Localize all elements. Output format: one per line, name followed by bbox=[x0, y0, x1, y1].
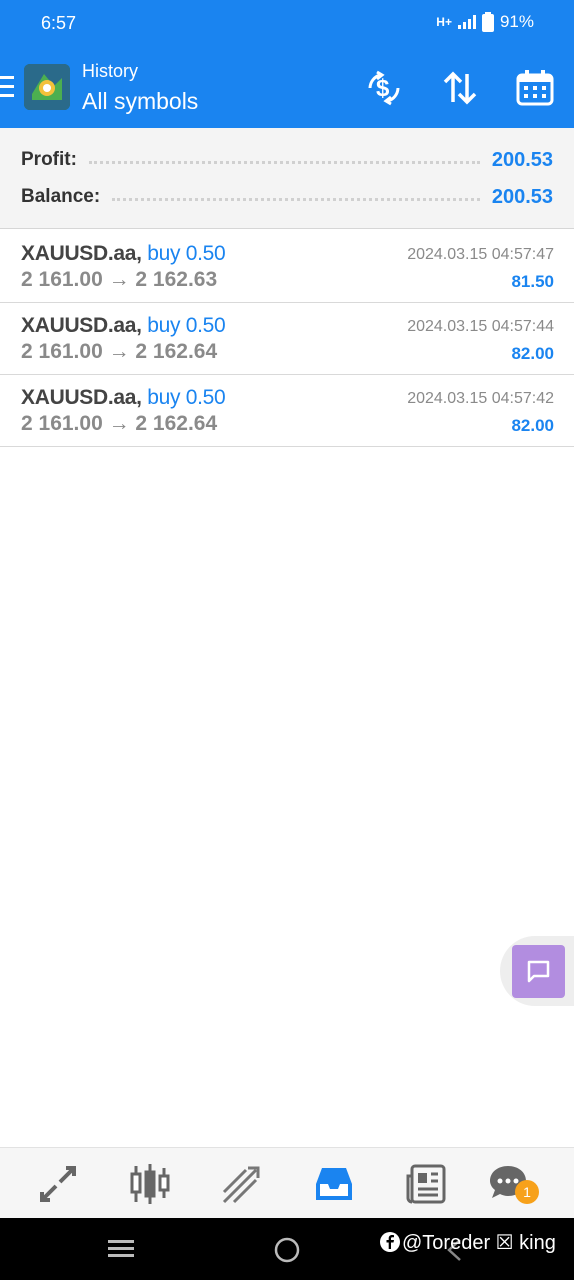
deal-prices: 2 161.00 → 2 162.63 bbox=[21, 268, 218, 291]
app-header: 6:57 H+ 91% History All symbols $ bbox=[0, 0, 574, 128]
battery-level: 91% bbox=[499, 12, 534, 31]
floating-chat-button[interactable] bbox=[512, 945, 565, 998]
currency-exchange-icon[interactable]: $ bbox=[364, 68, 404, 108]
deal-time: 2024.03.15 04:57:42 bbox=[407, 390, 554, 407]
deal-side: buy 0.50 bbox=[147, 386, 226, 409]
deal-side: buy 0.50 bbox=[147, 242, 226, 265]
notification-badge: 1 bbox=[515, 1180, 539, 1204]
deal-profit: 82.00 bbox=[511, 344, 554, 363]
deal-prices: 2 161.00 → 2 162.64 bbox=[21, 412, 218, 435]
facebook-icon bbox=[380, 1232, 400, 1252]
profit-label: Profit: bbox=[21, 149, 77, 170]
menu-icon[interactable] bbox=[0, 76, 14, 100]
network-type: H+ bbox=[436, 15, 452, 29]
message-icon bbox=[527, 960, 550, 983]
deal-profit: 81.50 bbox=[511, 272, 554, 291]
deal-row[interactable]: XAUUSD.aa, buy 0.50 2 161.00 → 2 162.63 … bbox=[0, 231, 574, 303]
news-icon[interactable] bbox=[404, 1162, 448, 1206]
recent-apps-icon[interactable] bbox=[108, 1238, 136, 1265]
watermark-text: @Toreder ☒ king bbox=[402, 1232, 556, 1254]
header-subtitle: History bbox=[82, 61, 139, 81]
home-icon[interactable] bbox=[274, 1237, 300, 1268]
balance-row: Balance: 200.53 bbox=[21, 182, 553, 212]
sort-icon[interactable] bbox=[440, 68, 480, 108]
watermark: @Toreder ☒ king bbox=[380, 1230, 556, 1255]
deal-time: 2024.03.15 04:57:44 bbox=[407, 318, 554, 335]
deal-side: buy 0.50 bbox=[147, 314, 226, 337]
app-logo bbox=[24, 64, 70, 110]
deal-symbol: XAUUSD.aa, bbox=[21, 386, 142, 409]
deal-prices: 2 161.00 → 2 162.64 bbox=[21, 340, 218, 363]
profit-value: 200.53 bbox=[491, 148, 553, 171]
deal-row[interactable]: XAUUSD.aa, buy 0.50 2 161.00 → 2 162.64 … bbox=[0, 303, 574, 375]
battery-icon bbox=[481, 12, 494, 32]
header-title[interactable]: All symbols bbox=[82, 88, 198, 115]
profit-row: Profit: 200.53 bbox=[21, 145, 553, 175]
deal-symbol: XAUUSD.aa, bbox=[21, 314, 142, 337]
deal-time: 2024.03.15 04:57:47 bbox=[407, 246, 554, 263]
account-summary: Profit: 200.53 Balance: 200.53 bbox=[0, 128, 574, 229]
system-navigation-bar: @Toreder ☒ king bbox=[0, 1218, 574, 1280]
status-indicators: H+ 91% bbox=[436, 12, 534, 32]
deal-profit: 82.00 bbox=[511, 416, 554, 435]
deal-row[interactable]: XAUUSD.aa, buy 0.50 2 161.00 → 2 162.64 … bbox=[0, 375, 574, 447]
trade-icon[interactable] bbox=[220, 1162, 264, 1206]
deal-symbol: XAUUSD.aa, bbox=[21, 242, 142, 265]
dotted-leader bbox=[88, 160, 480, 164]
calendar-icon[interactable] bbox=[515, 68, 555, 108]
bottom-navigation bbox=[0, 1147, 574, 1219]
quotes-icon[interactable] bbox=[36, 1162, 80, 1206]
chart-icon[interactable] bbox=[128, 1162, 172, 1206]
status-time: 6:57 bbox=[41, 13, 77, 33]
balance-value: 200.53 bbox=[491, 185, 553, 208]
history-icon[interactable] bbox=[312, 1162, 356, 1206]
dotted-leader bbox=[112, 197, 480, 201]
signal-icon bbox=[457, 15, 476, 29]
balance-label: Balance: bbox=[21, 186, 101, 207]
